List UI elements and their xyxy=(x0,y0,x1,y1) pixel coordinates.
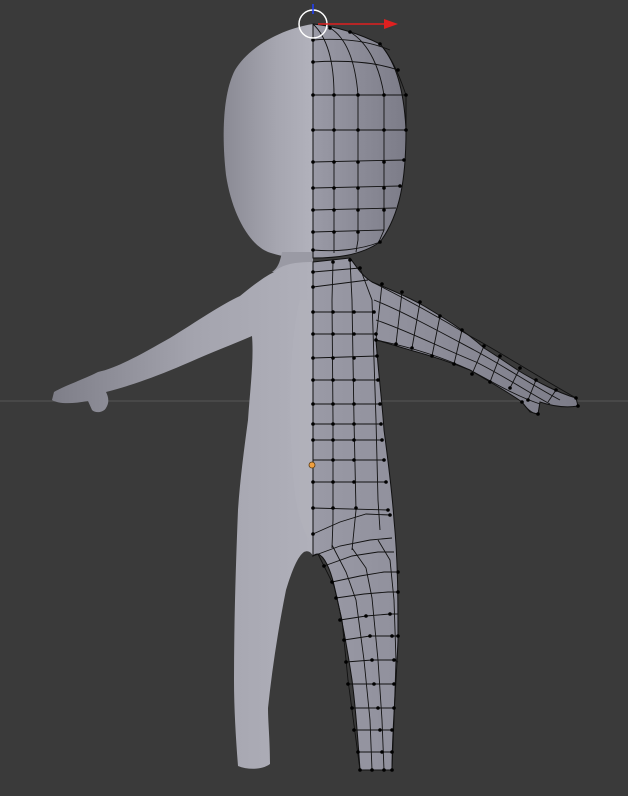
head-shaded xyxy=(223,24,313,258)
shaded-half xyxy=(52,24,313,769)
3d-viewport[interactable] xyxy=(0,0,628,796)
object-origin[interactable] xyxy=(308,461,316,469)
body-shaded xyxy=(52,262,313,769)
viewport-canvas[interactable] xyxy=(0,0,628,796)
head-mesh[interactable] xyxy=(312,23,407,259)
